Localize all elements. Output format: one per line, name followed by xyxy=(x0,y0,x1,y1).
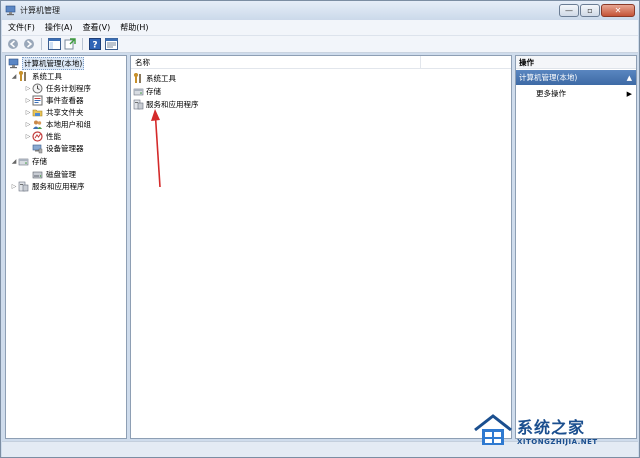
actions-section-computer-management[interactable]: 计算机管理(本地) ▲ xyxy=(516,70,636,85)
toolbar-separator xyxy=(41,38,42,50)
toolbar: ? xyxy=(2,36,638,53)
computer-management-icon xyxy=(8,58,19,69)
actions-pane: 操作 计算机管理(本地) ▲ 更多操作 ▶ xyxy=(515,55,637,439)
tools-icon xyxy=(18,70,29,82)
title-bar[interactable]: 计算机管理 — ▫ ✕ xyxy=(1,1,639,20)
export-list-icon[interactable] xyxy=(63,37,77,51)
menu-file[interactable]: 文件(F) xyxy=(8,22,35,33)
submenu-arrow-icon: ▶ xyxy=(626,89,632,98)
forward-arrow-icon[interactable] xyxy=(22,37,36,51)
expand-triangle-icon[interactable]: ▷ xyxy=(24,109,32,116)
performance-icon xyxy=(32,130,43,142)
more-actions-item[interactable]: 更多操作 ▶ xyxy=(536,87,636,100)
properties-icon[interactable] xyxy=(104,37,118,51)
users-icon xyxy=(32,119,43,130)
computer-management-window: 计算机管理 — ▫ ✕ 文件(F) 操作(A) 查看(V) 帮助(H) ? 计算… xyxy=(0,0,640,458)
tools-icon xyxy=(133,73,144,84)
collapse-triangle-icon[interactable]: ◢ xyxy=(10,158,18,165)
clock-icon xyxy=(32,83,43,94)
storage-icon xyxy=(18,156,29,167)
tree-item-root[interactable]: 计算机管理(本地) xyxy=(8,56,85,70)
column-header-empty[interactable] xyxy=(421,56,511,69)
services-icon xyxy=(133,99,144,110)
back-arrow-icon[interactable] xyxy=(6,37,20,51)
toolbar-separator xyxy=(82,38,83,50)
red-annotation-arrow xyxy=(151,109,161,188)
list-item-storage[interactable]: 存储 xyxy=(133,85,161,98)
help-icon[interactable]: ? xyxy=(88,37,102,51)
expand-triangle-icon[interactable]: ▷ xyxy=(24,121,32,128)
watermark-title: 系统之家 xyxy=(517,418,586,437)
services-icon xyxy=(18,181,29,192)
event-viewer-icon xyxy=(32,95,43,106)
tree-item-disk-management[interactable]: 磁盘管理 xyxy=(32,168,76,180)
collapse-arrow-icon[interactable]: ▲ xyxy=(627,74,632,82)
list-item-system-tools[interactable]: 系统工具 xyxy=(133,72,176,85)
collapse-triangle-icon[interactable]: ◢ xyxy=(10,73,18,80)
console-tree-pane[interactable]: 计算机管理(本地) ◢ 系统工具 ▷ 任务计划程序 ▷ 事件查看器 ▷ 共享文件… xyxy=(5,55,127,439)
show-hide-tree-icon[interactable] xyxy=(47,37,61,51)
expand-triangle-icon[interactable]: ▷ xyxy=(24,85,32,92)
tree-item-task-scheduler[interactable]: ▷ 任务计划程序 xyxy=(24,82,91,94)
tree-item-performance[interactable]: ▷ 性能 xyxy=(24,130,61,142)
svg-text:?: ? xyxy=(92,41,97,51)
tree-item-event-viewer[interactable]: ▷ 事件查看器 xyxy=(24,94,84,106)
tree-item-local-users[interactable]: ▷ 本地用户和组 xyxy=(24,118,91,130)
storage-icon xyxy=(133,86,144,97)
minimize-button[interactable]: — xyxy=(559,4,579,17)
tree-label: 计算机管理(本地) xyxy=(22,56,85,70)
menu-action[interactable]: 操作(A) xyxy=(45,22,73,33)
list-item-label: 系统工具 xyxy=(146,74,176,83)
actions-title: 操作 xyxy=(516,56,636,69)
results-list-pane[interactable]: 名称 系统工具 存储 服务和应用程序 xyxy=(130,55,512,439)
menu-bar: 文件(F) 操作(A) 查看(V) 帮助(H) xyxy=(2,20,638,36)
expand-triangle-icon[interactable]: ▷ xyxy=(24,133,32,140)
house-logo-icon xyxy=(474,414,512,445)
tree-item-services-apps[interactable]: ▷ 服务和应用程序 xyxy=(10,180,85,192)
list-item-label: 存储 xyxy=(146,87,161,96)
expand-triangle-icon[interactable]: ▷ xyxy=(24,97,32,104)
tree-item-storage[interactable]: ◢ 存储 xyxy=(10,155,47,167)
menu-view[interactable]: 查看(V) xyxy=(83,22,111,33)
menu-help[interactable]: 帮助(H) xyxy=(120,22,148,33)
window-title: 计算机管理 xyxy=(20,6,60,15)
computer-management-icon xyxy=(5,5,16,16)
column-header-name[interactable]: 名称 xyxy=(131,56,421,69)
device-manager-icon xyxy=(32,143,43,154)
shared-folder-icon xyxy=(32,107,43,118)
close-button[interactable]: ✕ xyxy=(601,4,635,17)
watermark-url: XITONGZHIJIA.NET xyxy=(517,438,598,446)
tree-item-device-manager[interactable]: 设备管理器 xyxy=(32,142,84,154)
site-watermark: 系统之家 XITONGZHIJIA.NET xyxy=(473,407,633,453)
expand-triangle-icon[interactable]: ▷ xyxy=(10,183,18,190)
window-controls: — ▫ ✕ xyxy=(559,4,635,17)
maximize-button[interactable]: ▫ xyxy=(580,4,600,17)
disk-icon xyxy=(32,169,43,180)
tree-item-system-tools[interactable]: ◢ 系统工具 xyxy=(10,70,62,82)
tree-item-shared-folders[interactable]: ▷ 共享文件夹 xyxy=(24,106,84,118)
list-header: 名称 xyxy=(131,56,511,69)
